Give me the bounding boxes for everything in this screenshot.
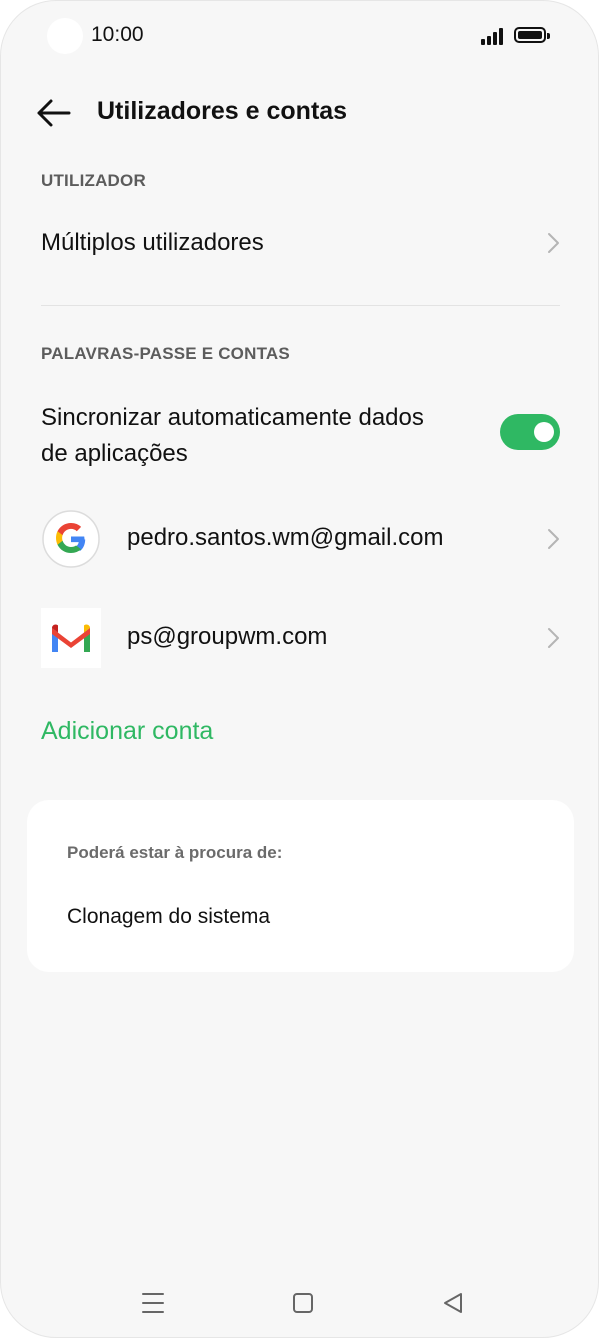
suggestions-card: Poderá estar à procura de: Clonagem do s… — [27, 800, 574, 972]
auto-sync-label: Sincronizar automaticamente dados de apl… — [41, 400, 424, 472]
chevron-right-icon — [548, 529, 559, 549]
menu-icon[interactable] — [133, 1283, 173, 1323]
suggestion-item[interactable]: Clonagem do sistema — [67, 905, 270, 929]
signal-icon — [481, 27, 507, 45]
section-label-user: UTILIZADOR — [41, 171, 146, 190]
account-email-gmail: ps@groupwm.com — [127, 623, 328, 650]
multiple-users-label: Múltiplos utilizadores — [41, 229, 264, 256]
status-time: 10:00 — [91, 23, 144, 46]
auto-sync-label-line1: Sincronizar automaticamente dados — [41, 404, 424, 431]
back-icon[interactable] — [433, 1283, 473, 1323]
account-item-google[interactable]: pedro.santos.wm@gmail.com — [1, 506, 598, 572]
account-email-google: pedro.santos.wm@gmail.com — [127, 524, 444, 551]
section-label-accounts: PALAVRAS-PASSE E CONTAS — [41, 344, 290, 363]
chevron-right-icon — [548, 233, 559, 253]
home-icon[interactable] — [283, 1283, 323, 1323]
auto-sync-toggle[interactable] — [500, 414, 560, 450]
google-icon — [42, 510, 100, 568]
gmail-icon — [41, 608, 101, 668]
page-title: Utilizadores e contas — [97, 97, 348, 125]
phone-screen: 10:00 Utilizadores e contas UTILIZADOR M… — [0, 0, 599, 1338]
add-account-link[interactable]: Adicionar conta — [41, 717, 213, 746]
app-header: Utilizadores e contas — [1, 81, 598, 145]
auto-sync-label-line2: de aplicações — [41, 440, 188, 467]
status-bar: 10:00 — [1, 1, 598, 71]
chevron-right-icon — [548, 628, 559, 648]
battery-icon — [514, 27, 550, 43]
suggestions-label: Poderá estar à procura de: — [67, 843, 283, 862]
divider — [41, 305, 560, 306]
navigation-bar — [1, 1271, 598, 1331]
toggle-knob — [534, 422, 554, 442]
back-arrow-icon[interactable] — [35, 96, 73, 130]
front-camera — [47, 18, 83, 54]
multiple-users-item[interactable]: Múltiplos utilizadores — [1, 213, 598, 275]
account-item-gmail[interactable]: ps@groupwm.com — [1, 605, 598, 671]
